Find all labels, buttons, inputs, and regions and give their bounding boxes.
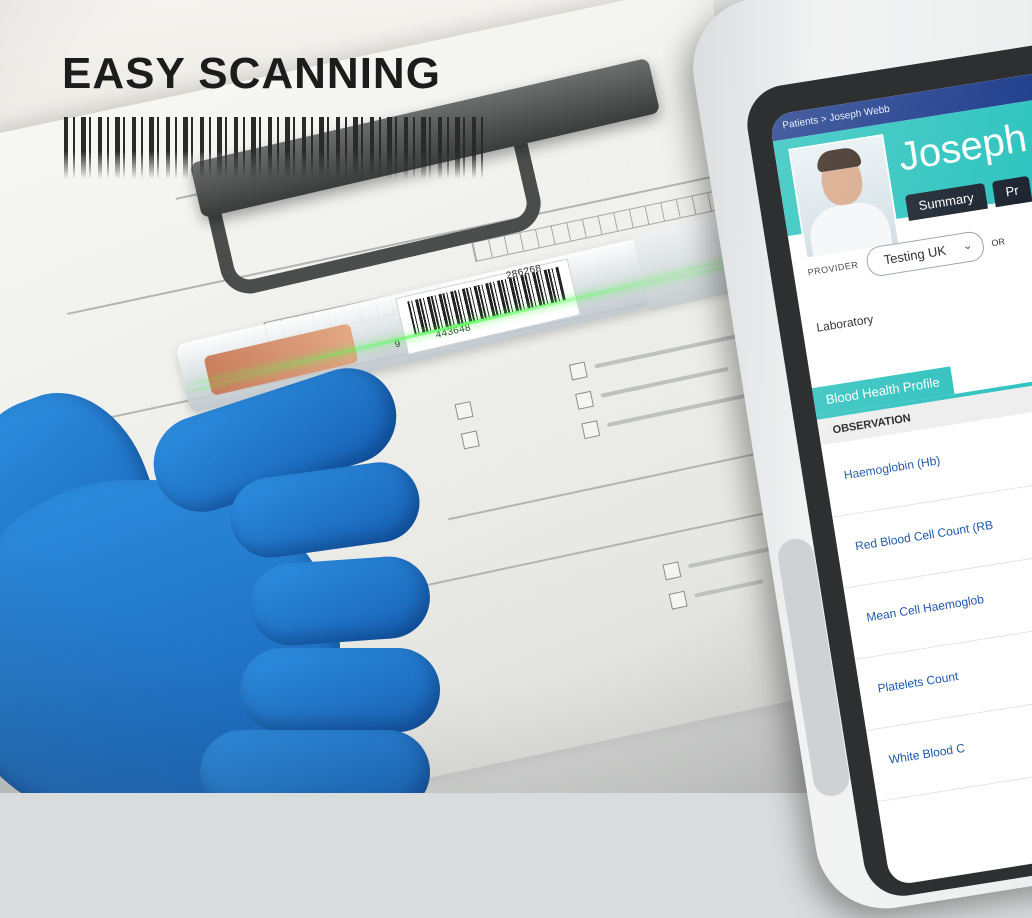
laboratory-label: Laboratory: [815, 311, 875, 335]
observation-link[interactable]: Platelets Count: [877, 669, 960, 696]
headline: EASY SCANNING: [62, 49, 441, 98]
chevron-down-icon: ⌄: [961, 237, 974, 253]
observation-link[interactable]: Mean Cell Haemoglob: [865, 592, 984, 624]
patient-avatar: [788, 134, 901, 260]
observation-link[interactable]: Red Blood Cell Count (RB: [854, 518, 994, 554]
observation-link[interactable]: Haemoglobin (Hb): [843, 453, 941, 482]
provider-label: PROVIDER: [806, 259, 859, 278]
tab-profile[interactable]: Pr: [991, 175, 1032, 208]
provider-extra-label: OR: [990, 236, 1006, 249]
observation-link[interactable]: White Blood C: [888, 741, 966, 767]
provider-select-value: Testing UK: [882, 242, 948, 268]
barcode-icon: [64, 117, 488, 179]
